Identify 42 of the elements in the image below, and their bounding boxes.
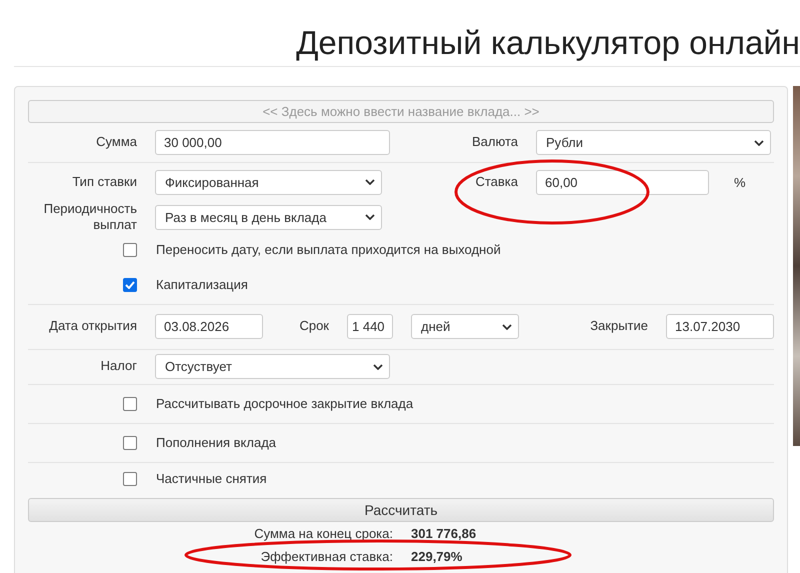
field-label: Валюта — [471, 134, 518, 151]
amount-field[interactable]: 30 000,00 — [155, 130, 390, 155]
term-field[interactable]: 1 440 — [347, 314, 393, 339]
field-label: Сумма — [95, 134, 137, 151]
checkbox-label: Переносить дату, если выплата приходится на выходной — [156, 242, 501, 257]
result-label: Сумма на конец срока: — [253, 526, 393, 540]
close-date-field[interactable]: 13.07.2030 — [666, 314, 774, 339]
result-label: Эффективная ставка: — [260, 548, 393, 564]
checkbox-label: Капитализация — [156, 277, 248, 292]
page-title: Депозитный калькулятор онлайн — [296, 24, 800, 62]
payout-frequency-select[interactable]: Раз в месяц в день вклада — [155, 204, 382, 230]
chevron-down-icon — [373, 364, 383, 370]
tax-select[interactable]: Отсуствует — [155, 354, 390, 379]
result-value: 229,79% — [411, 548, 462, 564]
calculate-button[interactable]: Рассчитать — [28, 498, 774, 522]
field-label: Тип ставки — [71, 174, 137, 190]
chevron-down-icon — [754, 140, 764, 146]
checkbox-label: Рассчитывать досрочное закрытие вклада — [156, 396, 414, 411]
currency-select[interactable]: Рубли — [536, 130, 771, 155]
chevron-down-icon — [502, 324, 512, 330]
chevron-down-icon — [365, 179, 375, 185]
rate-field[interactable]: 60,00 — [536, 170, 709, 194]
rate-type-select[interactable]: Фиксированная — [155, 170, 382, 194]
field-label: Срок — [298, 318, 329, 335]
checkbox[interactable] — [123, 436, 137, 450]
checkbox[interactable] — [123, 396, 137, 410]
deposit-name-field[interactable]: << Здесь можно ввести название вклада... >> — [28, 100, 774, 123]
field-label: Дата открытия — [48, 318, 137, 335]
field-label: Закрытие — [589, 318, 648, 335]
percent-unit: % — [734, 174, 746, 190]
field-label: Ставка — [474, 174, 518, 190]
chevron-down-icon — [365, 214, 375, 220]
checkbox-label: Пополнения вклада — [156, 435, 276, 450]
checkbox[interactable] — [123, 242, 137, 256]
term-unit-select[interactable]: дней — [411, 314, 519, 339]
checkbox-label: Частичные снятия — [156, 471, 267, 486]
checkbox[interactable] — [123, 472, 137, 486]
field-label: Периодичность выплат — [42, 201, 137, 234]
result-value: 301 776,86 — [411, 526, 476, 540]
checkbox[interactable] — [123, 278, 137, 292]
open-date-field[interactable]: 03.08.2026 — [155, 314, 263, 339]
field-label: Налог — [100, 358, 137, 375]
